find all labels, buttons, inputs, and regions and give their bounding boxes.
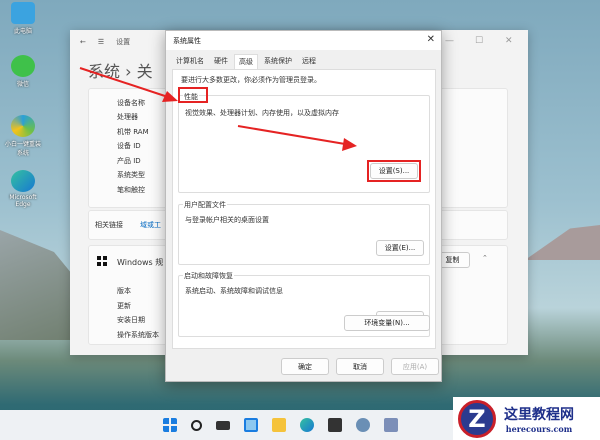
edge-icon[interactable] bbox=[299, 418, 314, 432]
environment-variables-button[interactable]: 环境变量(N)... bbox=[344, 315, 430, 331]
back-icon[interactable]: ← bbox=[80, 38, 86, 46]
spec-label: 系统类型 bbox=[117, 171, 145, 179]
spec-label: 机带 RAM bbox=[117, 128, 149, 136]
wallpaper-mountain bbox=[525, 225, 600, 260]
startup-recovery-label: 启动和故障恢复 bbox=[183, 271, 234, 281]
desktop-icon-edge[interactable]: Microsoft Edge bbox=[3, 170, 43, 208]
user-profiles-label: 用户配置文件 bbox=[183, 200, 227, 210]
spec-label: 处理器 bbox=[117, 113, 138, 121]
monitor-icon bbox=[11, 2, 35, 24]
widgets-icon[interactable] bbox=[243, 418, 258, 432]
spec-label: 更新 bbox=[117, 302, 131, 310]
spec-label: 版本 bbox=[117, 287, 131, 295]
minimize-button[interactable]: — bbox=[445, 36, 454, 46]
watermark-name: 这里教程网 bbox=[504, 406, 574, 423]
settings-gear-icon[interactable] bbox=[355, 418, 370, 432]
desktop-icon-label: 微信 bbox=[16, 81, 29, 88]
close-icon[interactable]: ✕ bbox=[427, 34, 435, 45]
edge-icon bbox=[11, 170, 35, 192]
dialog-title: 系统属性 bbox=[166, 31, 441, 50]
related-link[interactable]: 域或工 bbox=[140, 220, 161, 230]
spec-label: 设备 ID bbox=[117, 142, 141, 150]
file-explorer-icon[interactable] bbox=[271, 418, 286, 432]
related-links-label: 相关链接 bbox=[95, 221, 123, 229]
system-properties-dialog: 系统属性 ✕ 计算机名 硬件 高级 系统保护 远程 要进行大多数更改，你必须作为… bbox=[165, 30, 442, 382]
desktop-icon-installer[interactable]: 小白一键重装系统 bbox=[3, 115, 43, 157]
system-properties-icon[interactable] bbox=[383, 418, 398, 432]
task-view-icon[interactable] bbox=[215, 420, 230, 430]
spec-label: 笔和触控 bbox=[117, 186, 145, 194]
installer-icon bbox=[11, 115, 35, 137]
search-icon[interactable] bbox=[190, 419, 202, 431]
tab-system-protection[interactable]: 系统保护 bbox=[260, 54, 296, 69]
tab-hardware[interactable]: 硬件 bbox=[210, 54, 232, 69]
desktop-icon-label: 小白一键重装系统 bbox=[4, 141, 41, 157]
watermark: Z 这里教程网 herecours.com bbox=[453, 397, 600, 440]
windows-logo-icon bbox=[97, 256, 107, 266]
spec-label: 设备名称 bbox=[117, 99, 145, 107]
tab-computer-name[interactable]: 计算机名 bbox=[172, 54, 208, 69]
start-icon[interactable] bbox=[162, 418, 177, 432]
user-profiles-description: 与登录帐户相关的桌面设置 bbox=[185, 216, 269, 224]
tab-remote[interactable]: 远程 bbox=[298, 54, 320, 69]
menu-icon[interactable]: ☰ bbox=[98, 38, 104, 46]
user-profiles-settings-button[interactable]: 设置(E)... bbox=[376, 240, 424, 256]
desktop-icon-label: Microsoft Edge bbox=[9, 194, 37, 208]
spec-label: 产品 ID bbox=[117, 157, 141, 165]
desktop-icon-label: 此电脑 bbox=[13, 28, 32, 35]
tab-advanced[interactable]: 高级 bbox=[234, 54, 258, 69]
cancel-button[interactable]: 取消 bbox=[336, 358, 384, 375]
watermark-url: herecours.com bbox=[505, 423, 573, 434]
store-icon[interactable] bbox=[327, 418, 342, 432]
desktop-icon-wechat[interactable]: 微信 bbox=[3, 55, 43, 88]
spec-label: 安装日期 bbox=[117, 316, 145, 324]
close-button[interactable]: ✕ bbox=[505, 36, 513, 46]
watermark-logo: Z bbox=[458, 399, 496, 438]
chevron-up-icon[interactable]: ⌃ bbox=[482, 254, 488, 262]
breadcrumb: 系统 › 关 bbox=[88, 62, 153, 81]
window-title: 设置 bbox=[116, 38, 131, 46]
performance-description: 视觉效果、处理器计划、内存使用，以及虚拟内存 bbox=[185, 109, 339, 117]
highlight-box bbox=[178, 87, 208, 103]
advanced-panel: 要进行大多数更改，你必须作为管理员登录。 性能 视觉效果、处理器计划、内存使用，… bbox=[172, 69, 436, 349]
startup-recovery-description: 系统启动、系统故障和调试信息 bbox=[185, 287, 283, 295]
highlight-box bbox=[367, 160, 421, 182]
apply-button[interactable]: 应用(A) bbox=[391, 358, 439, 375]
windows-spec-heading: Windows 规 bbox=[117, 258, 164, 267]
desktop-icon-this-pc[interactable]: 此电脑 bbox=[3, 2, 43, 35]
wechat-icon bbox=[11, 55, 35, 77]
maximize-button[interactable]: ☐ bbox=[475, 36, 483, 46]
ok-button[interactable]: 确定 bbox=[281, 358, 329, 375]
spec-label: 操作系统版本 bbox=[117, 331, 159, 339]
admin-note: 要进行大多数更改，你必须作为管理员登录。 bbox=[181, 76, 321, 84]
